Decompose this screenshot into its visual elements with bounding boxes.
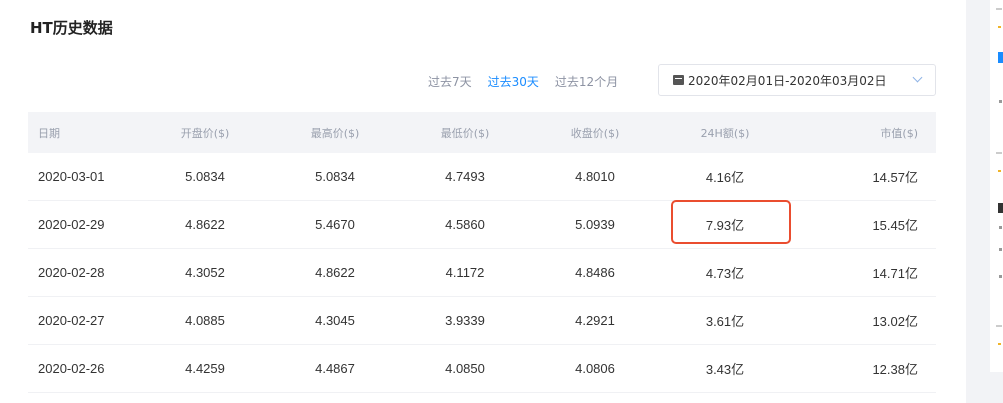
right-card-edge: [990, 0, 1003, 372]
date-range-value: 2020年02月01日-2020年03月02日: [688, 73, 887, 88]
header-volume: 24H额($): [700, 126, 750, 140]
date-range-picker[interactable]: 2020年02月01日-2020年03月02日: [658, 64, 936, 96]
page-title: HT历史数据: [30, 19, 113, 37]
cell-low: 4.1172: [445, 265, 485, 280]
period-30d[interactable]: 过去30天: [488, 73, 539, 90]
period-12m[interactable]: 过去12个月: [555, 73, 618, 90]
cell-date: 2020-02-28: [38, 265, 105, 280]
period-7d[interactable]: 过去7天: [428, 73, 472, 90]
cell-close: 5.0939: [575, 217, 615, 232]
table-row: 2020-02-27 4.0885 4.3045 3.9339 4.2921 3…: [28, 297, 936, 345]
cell-low: 4.5860: [445, 217, 485, 232]
cell-volume: 3.61亿: [705, 314, 745, 329]
cell-date: 2020-03-01: [38, 169, 105, 184]
cell-market-cap: 13.02亿: [872, 314, 918, 329]
table-row: 2020-03-01 5.0834 5.0834 4.7493 4.8010 4…: [28, 153, 936, 201]
cell-high: 4.8622: [315, 265, 355, 280]
chevron-down-icon: [912, 72, 923, 83]
cell-open: 4.8622: [185, 217, 225, 232]
cell-open: 4.3052: [185, 265, 225, 280]
cell-volume: 4.16亿: [705, 170, 745, 185]
table-row: 2020-02-29 4.8622 5.4670 4.5860 5.0939 7…: [28, 201, 936, 249]
table-header: 日期 开盘价($) 最高价($) 最低价($) 收盘价($) 24H额($) 市…: [28, 112, 936, 153]
cell-low: 3.9339: [445, 313, 485, 328]
cell-low: 4.0850: [445, 361, 485, 376]
cell-volume: 7.93亿: [705, 218, 745, 233]
cell-date: 2020-02-26: [38, 361, 105, 376]
header-date: 日期: [38, 126, 60, 140]
header-market-cap: 市值($): [880, 126, 918, 140]
cell-high: 4.3045: [315, 313, 355, 328]
cell-market-cap: 12.38亿: [872, 362, 918, 377]
cell-date: 2020-02-29: [38, 217, 105, 232]
cell-market-cap: 15.45亿: [872, 218, 918, 233]
cell-open: 5.0834: [185, 169, 225, 184]
header-high: 最高价($): [310, 126, 360, 140]
table-row: 2020-02-28 4.3052 4.8622 4.1172 4.8486 4…: [28, 249, 936, 297]
cell-high: 4.4867: [315, 361, 355, 376]
cell-high: 5.0834: [315, 169, 355, 184]
header-close: 收盘价($): [570, 126, 620, 140]
cell-volume: 3.43亿: [705, 362, 745, 377]
cell-close: 4.8010: [575, 169, 615, 184]
header-low: 最低价($): [440, 126, 490, 140]
cell-volume: 4.73亿: [705, 266, 745, 281]
header-open: 开盘价($): [180, 126, 230, 140]
cell-close: 4.2921: [575, 313, 615, 328]
history-table: 日期 开盘价($) 最高价($) 最低价($) 收盘价($) 24H额($) 市…: [28, 112, 936, 393]
calendar-icon: [673, 75, 684, 85]
cell-open: 4.4259: [185, 361, 225, 376]
cell-close: 4.0806: [575, 361, 615, 376]
cell-open: 4.0885: [185, 313, 225, 328]
cell-date: 2020-02-27: [38, 313, 105, 328]
table-row: 2020-02-26 4.4259 4.4867 4.0850 4.0806 3…: [28, 345, 936, 393]
cell-market-cap: 14.57亿: [872, 170, 918, 185]
cell-low: 4.7493: [445, 169, 485, 184]
cell-market-cap: 14.71亿: [872, 266, 918, 281]
cell-high: 5.4670: [315, 217, 355, 232]
cell-close: 4.8486: [575, 265, 615, 280]
period-selector: 过去7天 过去30天 过去12个月: [428, 73, 634, 90]
